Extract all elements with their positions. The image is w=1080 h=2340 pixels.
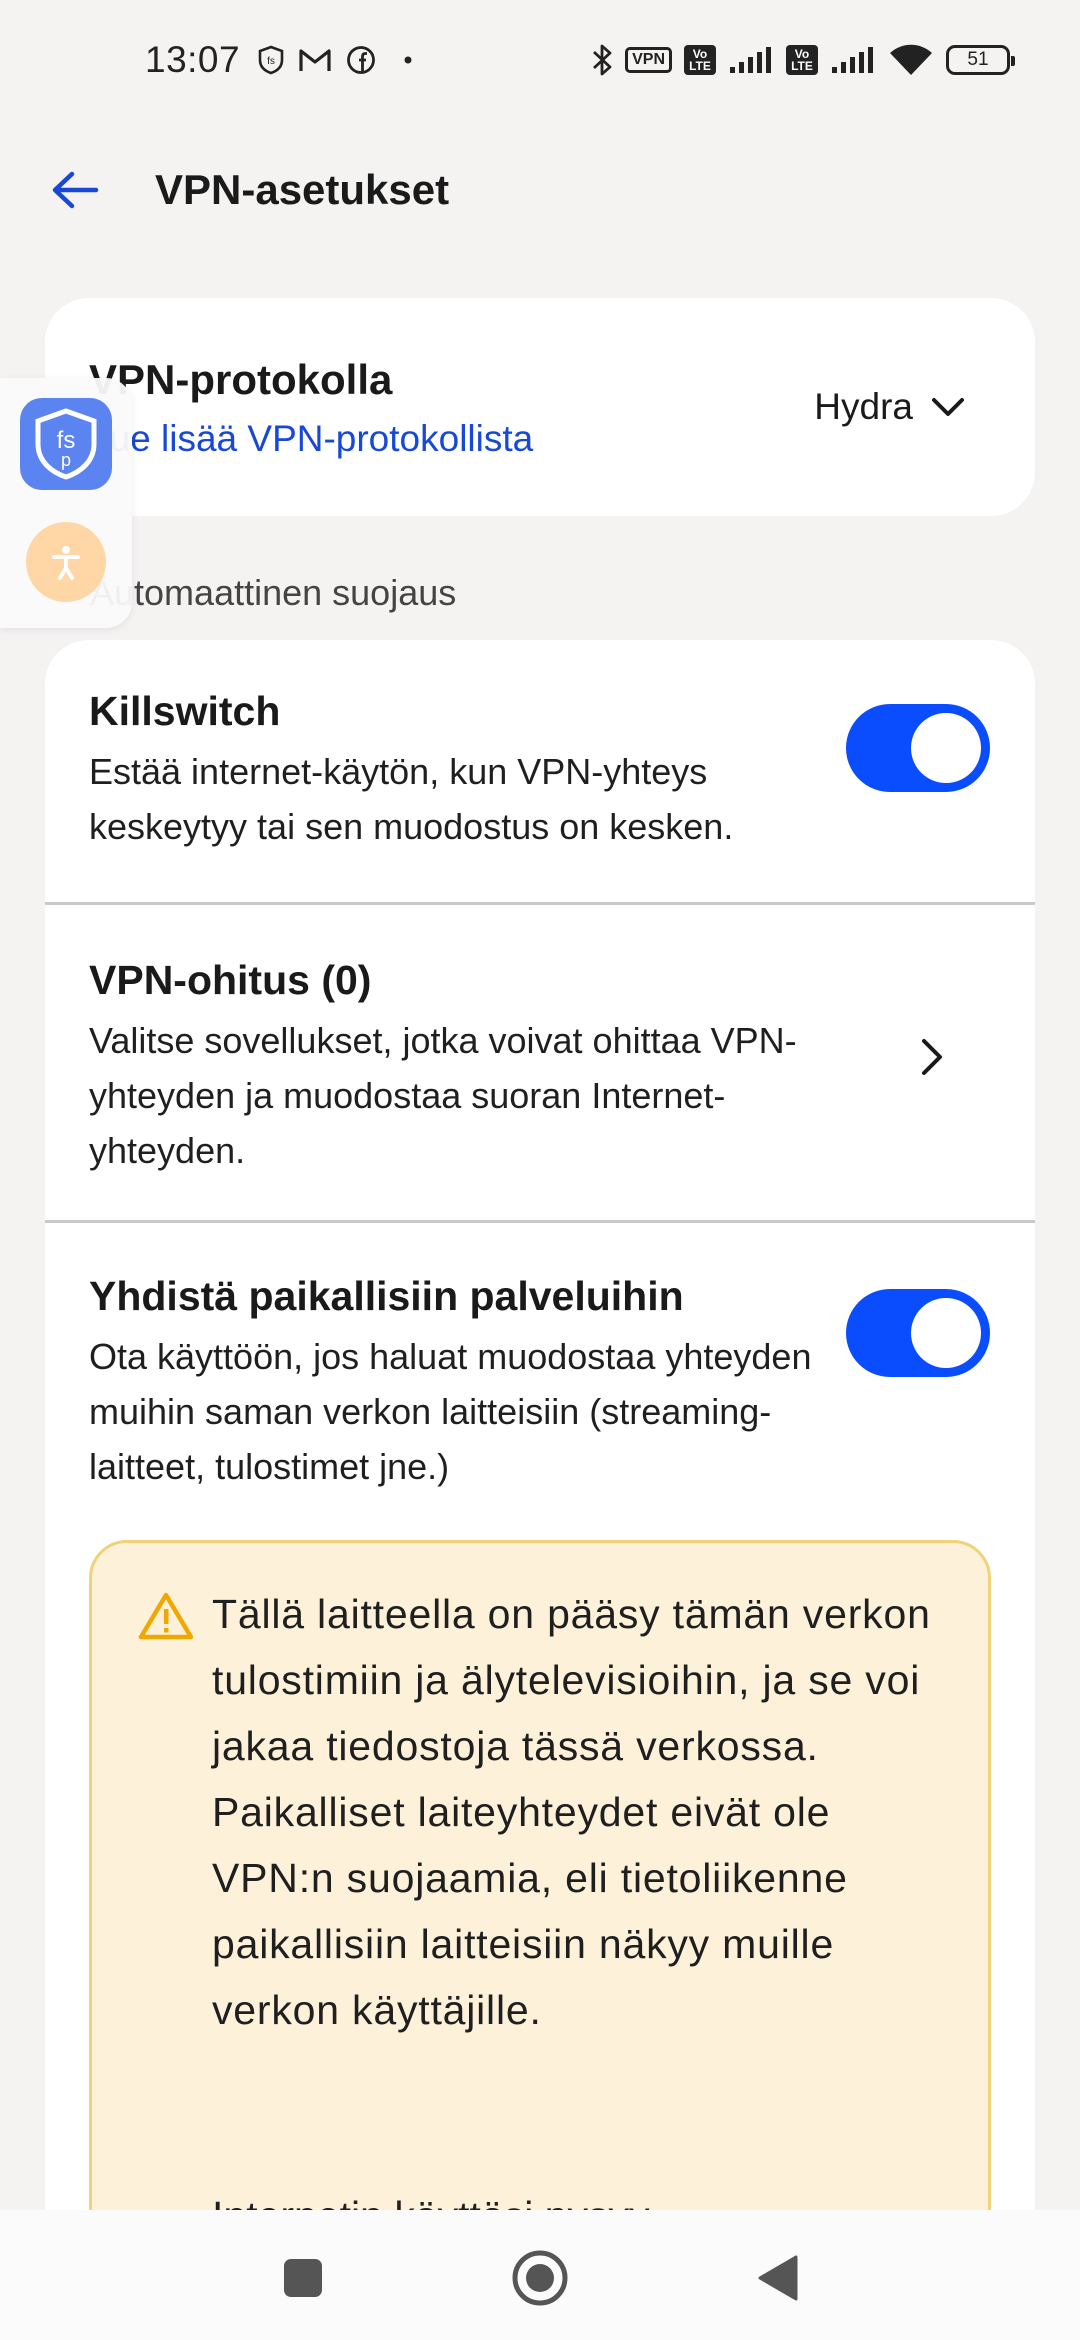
signal-icon xyxy=(830,45,876,75)
home-button[interactable] xyxy=(510,2248,570,2308)
warning-text: Tällä laitteella on pääsy tämän verkon t… xyxy=(212,1591,931,2033)
killswitch-title: Killswitch xyxy=(89,688,281,734)
circle-icon xyxy=(512,2250,568,2306)
accessibility-button[interactable] xyxy=(26,522,106,602)
floating-overlay-widget: fs p xyxy=(0,378,132,628)
recents-button[interactable] xyxy=(273,2248,333,2308)
local-services-toggle[interactable] xyxy=(846,1289,990,1377)
killswitch-description: Estää internet-käytön, kun VPN-yhteys ke… xyxy=(89,751,734,847)
chevron-down-icon xyxy=(932,398,964,416)
local-services-title: Yhdistä paikallisiin palveluihin xyxy=(89,1273,684,1319)
svg-text:fs: fs xyxy=(267,56,275,67)
chevron-right-icon xyxy=(922,1039,942,1075)
local-services-description: Ota käyttöön, jos haluat muodostaa yhtey… xyxy=(89,1336,812,1487)
shield-fsp-icon: fs xyxy=(258,45,284,75)
toggle-knob xyxy=(911,713,981,783)
wifi-icon xyxy=(888,43,934,77)
gmail-icon xyxy=(298,47,332,73)
facebook-icon xyxy=(346,45,376,75)
warning-icon xyxy=(138,1592,194,1640)
page-title: VPN-asetukset xyxy=(155,166,450,213)
signal-icon xyxy=(728,45,774,75)
vpn-bypass-description: Valitse sovellukset, jotka voivat ohitta… xyxy=(89,1020,797,1171)
vpn-protocol-card: VPN-protokolla Lue lisää VPN-protokollis… xyxy=(45,298,1035,516)
svg-text:p: p xyxy=(61,450,71,470)
vpn-icon: VPN xyxy=(625,47,672,73)
volte-icon: Vo LTE xyxy=(786,45,818,75)
settings-card: Killswitch Estää internet-käytön, kun VP… xyxy=(45,640,1035,2340)
status-time: 13:07 xyxy=(145,39,241,80)
battery-level: 51 xyxy=(967,49,989,70)
arrow-left-icon xyxy=(52,171,99,209)
section-label-auto-protection: Automaattinen suojaus xyxy=(90,572,457,613)
protocol-learn-more-link[interactable]: Lue lisää VPN-protokollista xyxy=(89,418,533,460)
triangle-back-icon xyxy=(758,2255,798,2301)
status-bar: 13:07 fs VPN Vo LTE Vo LTE 51 xyxy=(0,0,1080,120)
protocol-title: VPN-protokolla xyxy=(89,356,393,403)
back-button[interactable] xyxy=(40,160,110,220)
status-icons-right: VPN Vo LTE Vo LTE 51 xyxy=(591,42,1015,78)
accessibility-icon xyxy=(52,546,80,580)
protocol-selected-value: Hydra xyxy=(814,386,913,427)
square-icon xyxy=(284,2259,322,2297)
bluetooth-icon xyxy=(591,42,613,78)
status-icons-left: fs xyxy=(258,45,412,75)
local-services-row: Yhdistä paikallisiin palveluihin Ota käy… xyxy=(45,1223,1035,1523)
vpn-bypass-title: VPN-ohitus (0) xyxy=(89,957,372,1003)
toggle-knob xyxy=(911,1298,981,1368)
fsp-shield-icon[interactable]: fs p xyxy=(20,398,112,490)
vpn-bypass-row[interactable]: VPN-ohitus (0) Valitse sovellukset, jotk… xyxy=(45,905,1035,1220)
dot-icon xyxy=(404,56,412,64)
system-nav-bar xyxy=(0,2210,1080,2340)
battery-icon: 51 xyxy=(946,45,1015,75)
back-nav-button[interactable] xyxy=(748,2248,808,2308)
volte-icon: Vo LTE xyxy=(684,45,716,75)
killswitch-row: Killswitch Estää internet-käytön, kun VP… xyxy=(45,640,1035,902)
killswitch-toggle[interactable] xyxy=(846,704,990,792)
protocol-dropdown[interactable]: Hydra xyxy=(814,386,965,428)
app-header: VPN-asetukset xyxy=(0,140,1080,240)
